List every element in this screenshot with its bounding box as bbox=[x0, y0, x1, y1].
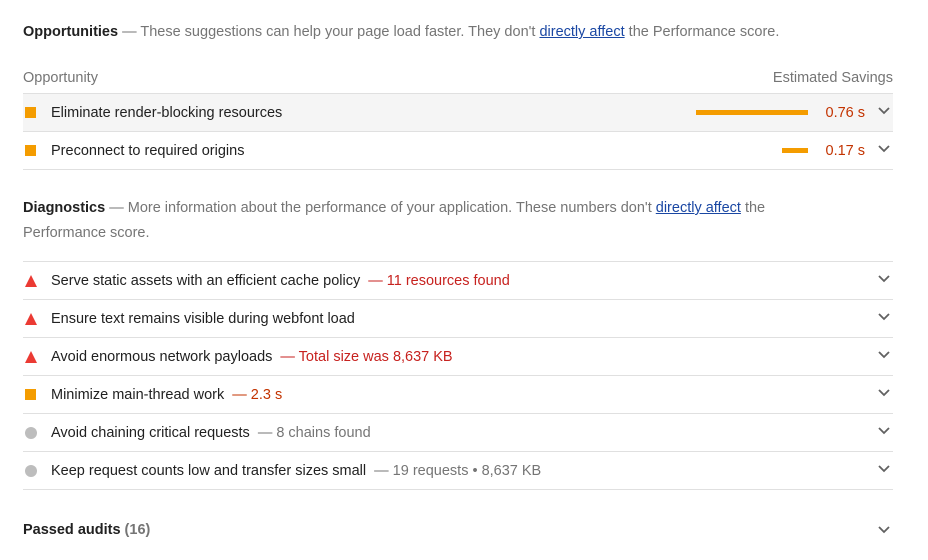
informative-circle-icon bbox=[25, 464, 37, 477]
diagnostic-row-webfont[interactable]: Ensure text remains visible during webfo… bbox=[23, 300, 893, 338]
chevron-down-icon[interactable] bbox=[877, 525, 891, 535]
fail-triangle-icon bbox=[25, 274, 37, 287]
diagnostic-row-request-counts[interactable]: Keep request counts low and transfer siz… bbox=[23, 452, 893, 490]
diagnostic-row-cache-policy[interactable]: Serve static assets with an efficient ca… bbox=[23, 262, 893, 300]
average-square-icon bbox=[25, 389, 36, 400]
chevron-down-icon[interactable] bbox=[877, 312, 891, 322]
opportunities-table: Opportunity Estimated Savings Eliminate … bbox=[23, 63, 893, 170]
diagnostics-directly-affect-link[interactable]: directly affect bbox=[656, 200, 741, 216]
diagnostic-title: Minimize main-thread work bbox=[51, 386, 225, 403]
diagnostic-title: Avoid enormous network payloads bbox=[51, 348, 273, 365]
opportunity-title: Preconnect to required origins bbox=[51, 142, 245, 159]
passed-audits-title: Passed audits bbox=[23, 522, 121, 538]
chevron-down-icon[interactable] bbox=[877, 274, 891, 284]
average-square-icon bbox=[25, 145, 36, 156]
opportunities-directly-affect-link[interactable]: directly affect bbox=[539, 24, 624, 40]
diagnostic-display-value: — 11 resources found bbox=[368, 272, 510, 289]
opportunity-row-preconnect[interactable]: Preconnect to required origins 0.17 s bbox=[23, 132, 893, 170]
average-square-icon bbox=[25, 107, 36, 118]
savings-bar bbox=[696, 110, 808, 115]
opportunity-column-header: Opportunity bbox=[23, 70, 98, 86]
opportunity-row-render-blocking[interactable]: Eliminate render-blocking resources 0.76… bbox=[23, 94, 893, 132]
diagnostics-description: — More information about the performance… bbox=[105, 200, 656, 216]
opportunities-description-suffix: the Performance score. bbox=[624, 24, 780, 40]
savings-value: 0.76 s bbox=[825, 104, 866, 121]
fail-triangle-icon bbox=[25, 350, 37, 363]
diagnostic-display-value: — 19 requests • 8,637 KB bbox=[374, 462, 542, 479]
savings-value: 0.17 s bbox=[825, 142, 866, 159]
diagnostic-title: Keep request counts low and transfer siz… bbox=[51, 462, 367, 479]
estimated-savings-column-header: Estimated Savings bbox=[772, 70, 893, 86]
diagnostic-row-main-thread[interactable]: Minimize main-thread work — 2.3 s bbox=[23, 376, 893, 414]
diagnostic-title: Ensure text remains visible during webfo… bbox=[51, 310, 355, 327]
opportunity-title: Eliminate render-blocking resources bbox=[51, 104, 283, 121]
opportunities-title: Opportunities bbox=[23, 24, 119, 40]
fail-triangle-icon bbox=[25, 312, 37, 325]
opportunities-header: Opportunities — These suggestions can he… bbox=[23, 20, 893, 45]
passed-audits-count: (16) bbox=[124, 522, 151, 538]
diagnostic-title: Serve static assets with an efficient ca… bbox=[51, 272, 361, 289]
chevron-down-icon[interactable] bbox=[877, 144, 891, 154]
diagnostic-display-value: — 8 chains found bbox=[257, 424, 371, 441]
diagnostic-display-value: — 2.3 s bbox=[232, 386, 283, 403]
chevron-down-icon[interactable] bbox=[877, 350, 891, 360]
diagnostic-row-critical-requests[interactable]: Avoid chaining critical requests — 8 cha… bbox=[23, 414, 893, 452]
passed-audits-toggle[interactable]: Passed audits (16) bbox=[23, 519, 893, 541]
diagnostic-display-value: — Total size was 8,637 KB bbox=[280, 348, 453, 365]
diagnostic-title: Avoid chaining critical requests bbox=[51, 424, 250, 441]
informative-circle-icon bbox=[25, 426, 37, 439]
opportunities-description: — These suggestions can help your page l… bbox=[118, 24, 540, 40]
diagnostics-title: Diagnostics bbox=[23, 200, 106, 216]
savings-bar bbox=[782, 148, 808, 153]
diagnostics-header: Diagnostics — More information about the… bbox=[23, 196, 823, 246]
chevron-down-icon[interactable] bbox=[877, 426, 891, 436]
chevron-down-icon[interactable] bbox=[877, 388, 891, 398]
diagnostics-list: Serve static assets with an efficient ca… bbox=[23, 261, 893, 490]
opportunities-table-header: Opportunity Estimated Savings bbox=[23, 63, 893, 94]
diagnostic-row-network-payloads[interactable]: Avoid enormous network payloads — Total … bbox=[23, 338, 893, 376]
chevron-down-icon[interactable] bbox=[877, 464, 891, 474]
chevron-down-icon[interactable] bbox=[877, 106, 891, 116]
